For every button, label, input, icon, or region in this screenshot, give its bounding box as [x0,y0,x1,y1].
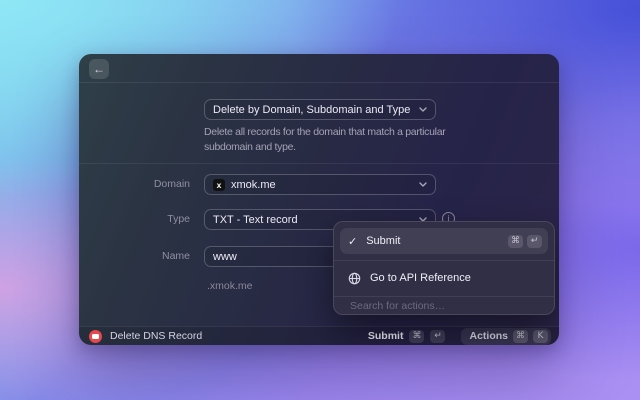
popover-item-submit[interactable]: ✓ Submit ⌘ ↵ [340,228,548,254]
window-header: ← [79,54,559,83]
popover-search [340,297,548,314]
popover-item-api-reference[interactable]: Go to API Reference [340,261,548,295]
popover-item-label: Go to API Reference [370,272,471,284]
actions-button[interactable]: Actions ⌘ K [461,327,551,345]
actions-button-label: Actions [469,330,508,342]
chevron-down-icon [419,182,427,187]
back-button[interactable]: ← [89,59,109,79]
globe-icon [348,272,361,284]
check-icon: ✓ [348,234,358,248]
submit-button[interactable]: Submit [368,330,404,342]
name-field-label: Name [161,250,190,262]
command-key: ⌘ [508,234,523,248]
actions-popover: ✓ Submit ⌘ ↵ Go to API Reference [333,221,555,315]
actions-search-input[interactable] [348,298,540,313]
k-key: K [533,329,548,343]
domain-select-value: xmok.me [231,178,276,191]
type-field-label: Type [167,213,190,225]
command-key: ⌘ [513,329,528,343]
command-key: ⌘ [409,329,425,343]
arrow-left-icon: ← [93,62,105,76]
return-key: ↵ [430,329,446,343]
name-suffix-hint: .xmok.me [207,280,253,292]
raycast-window: ← Delete by Domain, Subdomain and Type D… [79,54,559,345]
domain-select[interactable]: x xmok.me [204,174,436,195]
return-key: ↵ [527,234,542,248]
section-divider [79,163,559,164]
extension-icon [89,329,102,343]
status-bar: Delete DNS Record Submit ⌘ ↵ Actions ⌘ K [79,326,559,345]
domain-favicon-badge: x [213,178,225,191]
popover-item-label: Submit [366,235,401,247]
mode-description: Delete all records for the domain that m… [204,126,446,153]
mode-select-value: Delete by Domain, Subdomain and Type [213,103,411,116]
domain-field-label: Domain [153,178,190,190]
desktop-background: ← Delete by Domain, Subdomain and Type D… [0,0,640,400]
command-title: Delete DNS Record [110,330,203,342]
chevron-down-icon [419,107,427,112]
mode-select[interactable]: Delete by Domain, Subdomain and Type [204,99,436,120]
